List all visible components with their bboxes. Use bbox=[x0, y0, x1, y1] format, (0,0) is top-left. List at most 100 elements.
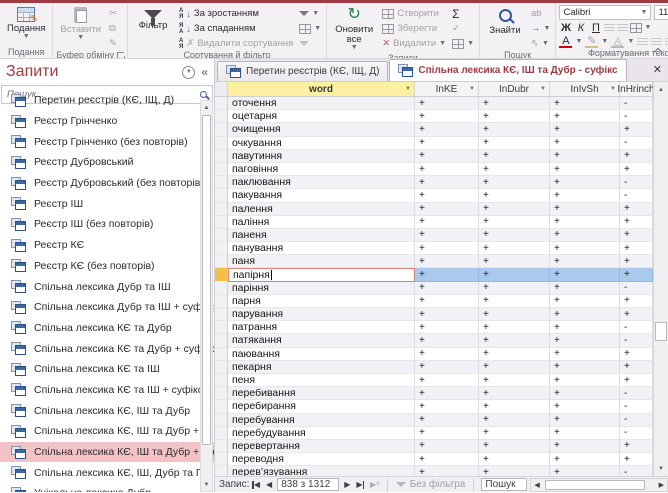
value-cell[interactable]: + bbox=[415, 136, 479, 150]
value-cell[interactable]: + bbox=[479, 162, 550, 177]
sidebar-item-query[interactable]: Реєстр КЄ (без повторів) bbox=[0, 256, 214, 277]
row-selector[interactable] bbox=[215, 308, 228, 322]
find-button[interactable]: Знайти bbox=[483, 5, 527, 38]
column-header-inhrinch[interactable]: InHrinch bbox=[617, 82, 653, 96]
fill-color-button[interactable]: ◬ bbox=[611, 36, 625, 48]
word-cell[interactable]: паріння bbox=[228, 281, 415, 295]
value-cell[interactable]: + bbox=[415, 176, 479, 190]
value-cell[interactable]: + bbox=[479, 453, 550, 467]
value-cell[interactable]: + bbox=[415, 215, 479, 229]
sidebar-item-query[interactable]: Спільна лексика КЄ та Дубр bbox=[0, 318, 214, 339]
sort-ascending-button[interactable]: А Я ↓ За зростанням bbox=[177, 7, 295, 20]
word-cell[interactable]: паювання bbox=[228, 347, 415, 361]
sidebar-item-query[interactable]: Спільна лексика КЄ, ІШ та Дубр bbox=[0, 400, 214, 421]
value-cell[interactable]: + bbox=[550, 136, 620, 150]
value-cell[interactable]: + bbox=[620, 294, 653, 308]
word-cell[interactable]: паклювання bbox=[228, 176, 415, 190]
value-cell[interactable]: - bbox=[620, 136, 653, 150]
align-center-icon[interactable] bbox=[651, 37, 663, 47]
tab-spilna-leksyka[interactable]: Спільна лексика КЄ, ІШ та Дубр - суфікс bbox=[389, 59, 627, 81]
row-selector[interactable] bbox=[215, 294, 228, 308]
new-record-button[interactable]: Створити bbox=[380, 7, 448, 20]
value-cell[interactable]: + bbox=[415, 202, 479, 216]
word-cell[interactable]: парня bbox=[228, 294, 415, 308]
value-cell[interactable]: + bbox=[415, 387, 479, 401]
row-selector[interactable] bbox=[215, 176, 228, 190]
scroll-up-icon[interactable]: ▲ bbox=[654, 82, 668, 97]
value-cell[interactable]: + bbox=[479, 110, 550, 124]
value-cell[interactable]: + bbox=[479, 321, 550, 335]
value-cell[interactable]: + bbox=[550, 387, 620, 401]
sidebar-item-query[interactable]: Спільна лексика КЄ, ІШ, Дубр та Гр bbox=[0, 462, 214, 483]
row-selector[interactable] bbox=[215, 215, 228, 229]
value-cell[interactable]: - bbox=[620, 176, 653, 190]
value-cell[interactable]: + bbox=[479, 439, 550, 454]
highlight-color-button[interactable]: ✎ bbox=[585, 36, 599, 48]
value-cell[interactable]: + bbox=[415, 189, 479, 203]
value-cell[interactable]: + bbox=[479, 426, 550, 440]
filter-button[interactable]: Фільтр bbox=[131, 5, 175, 33]
value-cell[interactable]: + bbox=[620, 228, 653, 243]
value-cell[interactable]: + bbox=[550, 294, 620, 308]
column-header-inivsh[interactable]: InIvSh ▼ bbox=[550, 82, 620, 96]
scroll-down-icon[interactable]: ▼ bbox=[201, 478, 212, 491]
close-icon[interactable]: ✕ bbox=[653, 63, 662, 76]
word-cell[interactable]: очищення bbox=[228, 123, 415, 137]
value-cell[interactable]: - bbox=[620, 97, 653, 111]
first-record-button[interactable]: ◀ bbox=[249, 480, 263, 489]
value-cell[interactable]: + bbox=[415, 466, 479, 476]
row-selector[interactable] bbox=[215, 268, 228, 282]
value-cell[interactable]: + bbox=[550, 97, 620, 111]
decrease-indent-icon[interactable] bbox=[604, 23, 616, 33]
value-cell[interactable]: + bbox=[620, 268, 653, 282]
select-all-corner[interactable] bbox=[215, 82, 228, 96]
word-cell[interactable]: оцетарня bbox=[228, 110, 415, 124]
word-cell[interactable]: патрання bbox=[228, 321, 415, 335]
value-cell[interactable]: + bbox=[550, 426, 620, 440]
row-selector[interactable] bbox=[215, 123, 228, 137]
value-cell[interactable]: + bbox=[620, 162, 653, 177]
value-cell[interactable]: + bbox=[479, 308, 550, 322]
word-cell[interactable]: пекарня bbox=[228, 360, 415, 374]
value-cell[interactable]: + bbox=[550, 413, 620, 427]
column-header-word[interactable]: word ▼ bbox=[228, 82, 415, 96]
sidebar-item-query[interactable]: Спільна лексика КЄ та Дубр + суфікс bbox=[0, 338, 214, 359]
select-button[interactable]: ⇖ ▼ bbox=[529, 37, 552, 50]
row-selector[interactable] bbox=[215, 439, 228, 454]
value-cell[interactable]: + bbox=[550, 176, 620, 190]
bold-button[interactable]: Ж bbox=[559, 22, 572, 34]
value-cell[interactable]: + bbox=[550, 242, 620, 256]
scroll-down-icon[interactable]: ▼ bbox=[654, 461, 668, 476]
word-cell[interactable]: паненя bbox=[228, 228, 415, 243]
value-cell[interactable]: + bbox=[620, 202, 653, 216]
totals-button[interactable]: Σ bbox=[450, 7, 476, 21]
value-cell[interactable]: + bbox=[620, 215, 653, 229]
copy-button[interactable]: ⧉ bbox=[107, 22, 119, 35]
value-cell[interactable]: + bbox=[479, 136, 550, 150]
value-cell[interactable]: + bbox=[550, 189, 620, 203]
value-cell[interactable]: + bbox=[415, 294, 479, 308]
value-cell[interactable]: + bbox=[415, 281, 479, 295]
next-record-button[interactable]: ▶ bbox=[341, 480, 353, 489]
value-cell[interactable]: + bbox=[415, 373, 479, 388]
replace-button[interactable]: ab bbox=[529, 7, 552, 20]
sidebar-item-query[interactable]: Реєстр ІШ (без повторів) bbox=[0, 214, 214, 235]
word-cell[interactable]: паління bbox=[228, 215, 415, 229]
advanced-filter-button[interactable]: ▼ bbox=[297, 22, 323, 35]
scrollbar-thumb[interactable] bbox=[202, 115, 211, 445]
value-cell[interactable]: + bbox=[550, 110, 620, 124]
value-cell[interactable]: + bbox=[479, 373, 550, 388]
shutter-bar-icon[interactable]: « bbox=[201, 65, 208, 79]
value-cell[interactable]: + bbox=[550, 268, 620, 282]
value-cell[interactable]: + bbox=[550, 149, 620, 163]
value-cell[interactable]: + bbox=[479, 347, 550, 361]
value-cell[interactable]: + bbox=[479, 360, 550, 374]
value-cell[interactable]: + bbox=[620, 149, 653, 163]
value-cell[interactable]: - bbox=[620, 413, 653, 427]
row-selector[interactable] bbox=[215, 321, 228, 335]
scroll-left-icon[interactable]: ◀ bbox=[531, 481, 542, 489]
sidebar-item-query[interactable]: Спільна лексика КЄ, ІШ та Дубр + вибір bbox=[0, 421, 214, 442]
sidebar-item-query[interactable]: Реєстр КЄ bbox=[0, 235, 214, 256]
row-selector[interactable] bbox=[215, 202, 228, 216]
font-name-combo[interactable]: Calibri ▼ bbox=[559, 5, 652, 20]
